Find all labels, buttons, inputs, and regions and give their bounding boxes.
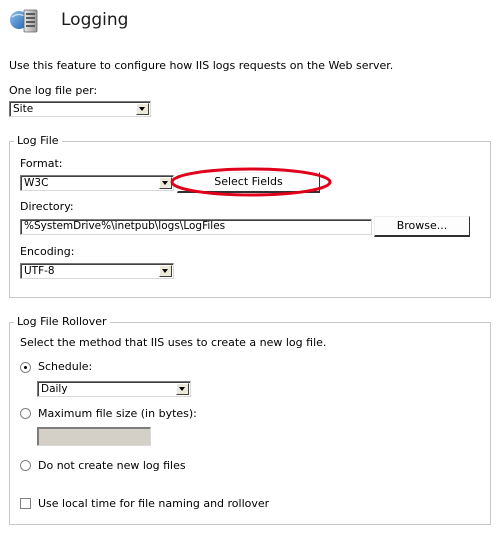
max-size-input[interactable] [37,427,151,446]
no-new-files-radio[interactable] [20,460,31,471]
chevron-down-icon[interactable] [176,383,189,395]
log-file-legend: Log File [14,134,62,147]
highlight-ring [168,165,334,199]
directory-label: Directory: [20,200,74,213]
schedule-select[interactable]: Daily [37,381,191,397]
logging-feature-icon [9,6,41,36]
max-size-radio[interactable] [20,408,31,419]
directory-input[interactable]: %SystemDrive%\inetpub\logs\LogFiles [20,219,372,235]
log-file-per-value: Site [13,103,34,115]
encoding-select[interactable]: UTF-8 [20,263,174,279]
local-time-label: Use local time for file naming and rollo… [38,497,270,510]
rollover-group [9,322,491,525]
rollover-description: Select the method that IIS uses to creat… [20,336,327,349]
no-new-files-label: Do not create new log files [38,459,186,472]
format-select[interactable]: W3C [20,175,174,191]
schedule-label: Schedule: [38,360,93,373]
local-time-checkbox[interactable] [20,498,31,509]
chevron-down-icon[interactable] [136,103,149,115]
log-file-per-label: One log file per: [9,84,98,97]
rollover-legend: Log File Rollover [14,315,110,328]
encoding-value: UTF-8 [24,265,55,277]
format-value: W3C [24,177,49,189]
encoding-label: Encoding: [20,245,75,258]
browse-button[interactable]: Browse... [374,216,470,237]
max-size-label: Maximum file size (in bytes): [38,407,197,420]
page-title: Logging [61,10,129,30]
schedule-value: Daily [41,383,68,395]
page-description: Use this feature to configure how IIS lo… [9,59,394,72]
log-file-per-select[interactable]: Site [9,101,151,117]
schedule-radio[interactable] [20,362,31,373]
format-label: Format: [20,157,63,170]
chevron-down-icon[interactable] [159,265,172,277]
